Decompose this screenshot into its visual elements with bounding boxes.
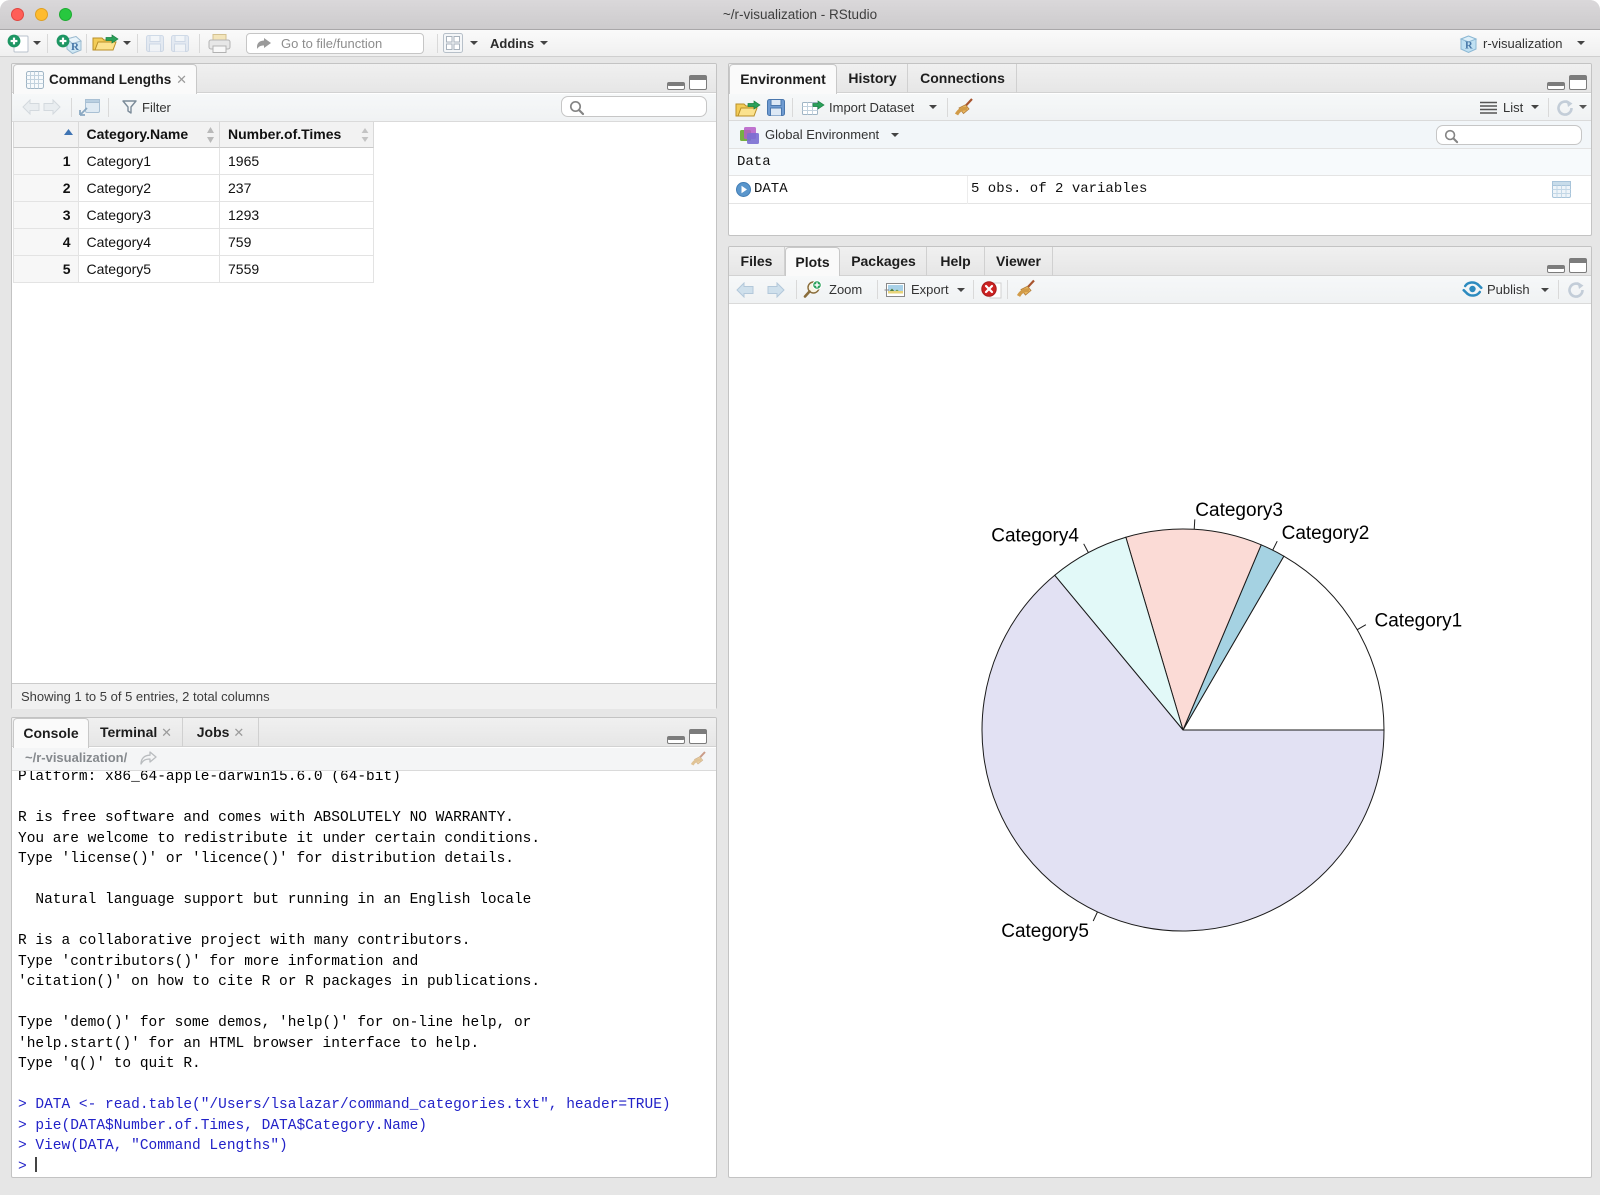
svg-text:Category2: Category2 bbox=[1282, 523, 1370, 544]
svg-text:Category5: Category5 bbox=[1001, 921, 1089, 942]
svg-text:Category1: Category1 bbox=[1375, 610, 1463, 631]
svg-text:Category3: Category3 bbox=[1195, 500, 1283, 521]
svg-text:Category4: Category4 bbox=[991, 526, 1079, 547]
svg-text:R: R bbox=[71, 41, 80, 53]
svg-text:R: R bbox=[1465, 40, 1473, 51]
